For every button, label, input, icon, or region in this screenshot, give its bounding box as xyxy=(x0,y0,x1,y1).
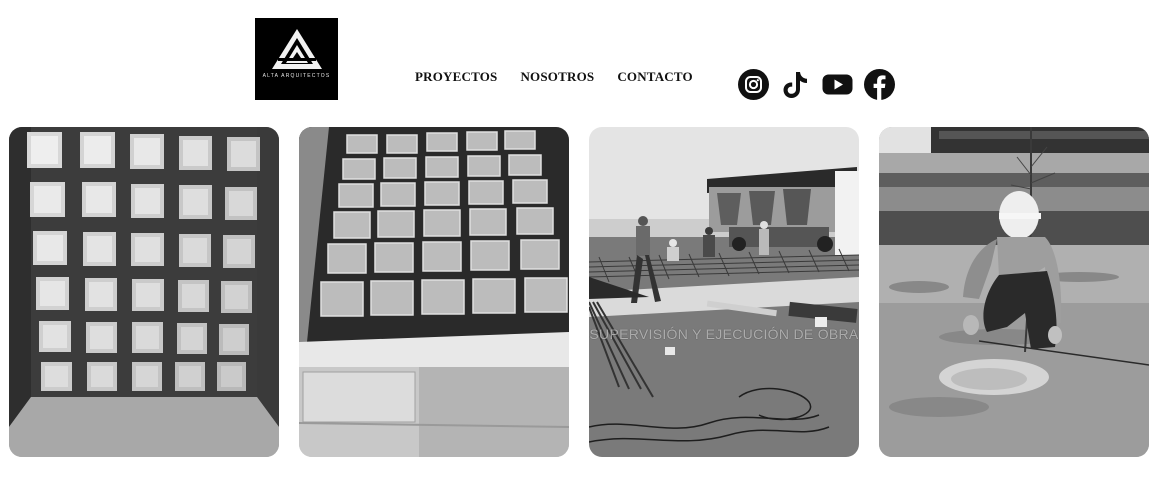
logo-text: ALTA ARQUITECTOS xyxy=(262,73,331,79)
project-gallery: SUPERVISIÓN Y EJECUCIÓN DE OBRA xyxy=(9,127,1149,457)
logo-mark-icon xyxy=(271,29,322,69)
glass-block-formwork-photo xyxy=(299,127,569,457)
youtube-icon[interactable] xyxy=(822,69,853,100)
tree-planting-photo xyxy=(879,127,1149,457)
main-nav: PROYECTOS NOSOTROS CONTACTO xyxy=(415,69,693,85)
tiktok-icon[interactable] xyxy=(780,69,811,100)
gallery-card-glass-wall[interactable] xyxy=(9,127,279,457)
facebook-icon[interactable] xyxy=(864,69,895,100)
construction-site-photo xyxy=(589,127,859,457)
social-links xyxy=(738,69,895,100)
company-logo[interactable]: ALTA ARQUITECTOS xyxy=(255,18,338,100)
gallery-caption: SUPERVISIÓN Y EJECUCIÓN DE OBRA xyxy=(589,326,859,342)
nav-proyectos[interactable]: PROYECTOS xyxy=(415,69,497,85)
nav-contacto[interactable]: CONTACTO xyxy=(617,69,693,85)
gallery-card-construction[interactable]: SUPERVISIÓN Y EJECUCIÓN DE OBRA xyxy=(589,127,859,457)
page: ALTA ARQUITECTOS PROYECTOS NOSOTROS CONT… xyxy=(0,0,1155,477)
gallery-card-formwork[interactable] xyxy=(299,127,569,457)
gallery-card-planting[interactable] xyxy=(879,127,1149,457)
instagram-icon[interactable] xyxy=(738,69,769,100)
glass-block-wall-photo xyxy=(9,127,279,457)
nav-nosotros[interactable]: NOSOTROS xyxy=(520,69,594,85)
